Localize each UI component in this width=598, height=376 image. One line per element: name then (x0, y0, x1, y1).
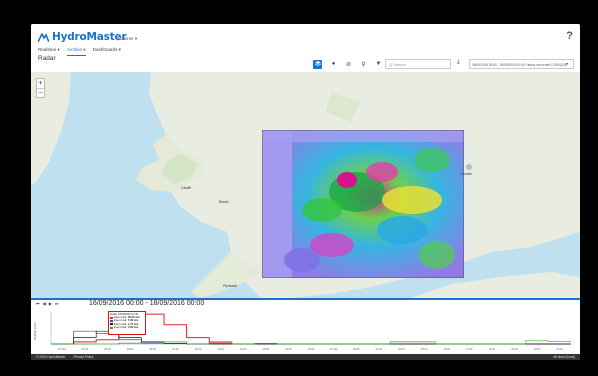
map-label-cardiff: Cardiff (181, 186, 191, 190)
app-name: HydroMaster (52, 31, 127, 43)
map-label-london: London (461, 172, 473, 176)
map-label-plymouth: Plymouth (223, 284, 238, 288)
x-tick-label: 16:00 (511, 347, 518, 351)
x-tick-label: 22:00 (308, 347, 315, 351)
x-tick-label: 16 Sep (58, 347, 67, 351)
footer: © 2016 HydroMaster Privacy Policy All ti… (31, 354, 580, 360)
chart-tooltip: Friday 16/09/2016 07:00 Event total: 56.0… (108, 311, 146, 335)
timestamp: 16/09/2016 00:00 - 18/09/2016 00:00 (89, 300, 205, 307)
header: HydroMaster | Owner ▾ ? Realtime ▾ Archi… (31, 24, 580, 62)
skip-forward-icon[interactable]: ⏭ (55, 301, 59, 306)
rainfall-chart[interactable]: Rainfall (mm) 16 Sep 02:00 04:00 06:00 08:00… (31, 308, 580, 354)
x-tick-label: 20:00 (556, 347, 563, 351)
zoom-out-button[interactable]: − (37, 88, 44, 97)
x-tick-label: 06:00 (398, 347, 405, 351)
download-icon[interactable]: ⤓ (457, 59, 460, 66)
x-tick-label: 12:00 (195, 347, 202, 351)
x-tick-label: 02:00 (353, 347, 360, 351)
map-view[interactable]: + − Cardiff Bristol London Plymouth (31, 72, 580, 298)
x-tick-label: 12:00 (466, 347, 473, 351)
nav-dashboards[interactable]: Dashboards ▾ (93, 47, 121, 56)
legend-swatch (110, 316, 113, 319)
x-tick-label: 14:00 (217, 347, 224, 351)
copyright: © 2016 HydroMaster (36, 355, 66, 359)
x-tick-label: 16:00 (240, 347, 247, 351)
x-tick-label: 18:00 (263, 347, 270, 351)
location-icon[interactable]: ⚲ (359, 60, 368, 69)
tooltip-row: Event total: 0.60 mm (110, 326, 144, 329)
x-tick-label: 08:00 (421, 347, 428, 351)
radar-overlay (262, 130, 464, 278)
link-icon[interactable]: ⊘ (344, 60, 353, 69)
x-tick-label: 02:00 (82, 347, 89, 351)
date-range-select[interactable]: 16/09/2016 00:00 - 18/09/2016 00:00: Hea… (469, 59, 574, 69)
tooltip-value: 0.60 mm (127, 325, 139, 329)
help-button[interactable]: ? (566, 30, 573, 42)
playback-controls: ⏮ ◀ ▶ ⏭ (36, 301, 58, 306)
playback-bar: ⏮ ◀ ▶ ⏭ 16/09/2016 00:00 - 18/09/2016 00… (31, 298, 580, 308)
app-window: HydroMaster | Owner ▾ ? Realtime ▾ Archi… (31, 24, 580, 360)
x-tick-label: 04:00 (376, 347, 383, 351)
x-tick-label: 04:00 (104, 347, 111, 351)
zoom-in-button[interactable]: + (37, 79, 44, 88)
account-menu[interactable]: | Owner ▾ (118, 36, 137, 42)
filter-icon[interactable]: ▼ (374, 60, 383, 69)
play-icon[interactable]: ▶ (49, 301, 52, 306)
nav-archive[interactable]: Archive ▾ (66, 47, 86, 56)
map-toolbar: ● ⊘ ⚲ ▼ (313, 58, 383, 70)
x-tick-label: 17 Sep (329, 347, 338, 351)
x-tick-label: 06:00 (127, 347, 134, 351)
tooltip-label: Event total: (114, 325, 127, 329)
x-tick-label: 10:00 (172, 347, 179, 351)
x-tick-label: 18:00 (534, 347, 541, 351)
zoom-control: + − (36, 78, 45, 98)
chevron-down-icon[interactable]: ▾ (566, 61, 568, 66)
search-input[interactable]: Q Search (385, 59, 451, 69)
step-back-icon[interactable]: ◀ (43, 301, 46, 306)
skip-back-icon[interactable]: ⏮ (36, 301, 40, 306)
x-tick-label: 08:00 (149, 347, 156, 351)
x-tick-label: 20:00 (285, 347, 292, 351)
timezone-note: All times (local) (553, 355, 575, 359)
privacy-link[interactable]: Privacy Policy (73, 355, 93, 359)
legend-swatch (110, 326, 113, 329)
pin-icon[interactable]: ● (329, 60, 338, 69)
x-tick-label: 14:00 (489, 347, 496, 351)
legend-swatch (110, 320, 113, 323)
layers-icon[interactable] (313, 59, 322, 69)
map-label-bristol: Bristol (219, 200, 229, 204)
x-tick-label: 10:00 (443, 347, 450, 351)
logo-icon (38, 32, 49, 42)
page-title: Radar (38, 55, 56, 62)
legend-swatch (110, 323, 113, 326)
app-logo[interactable]: HydroMaster (38, 31, 127, 43)
